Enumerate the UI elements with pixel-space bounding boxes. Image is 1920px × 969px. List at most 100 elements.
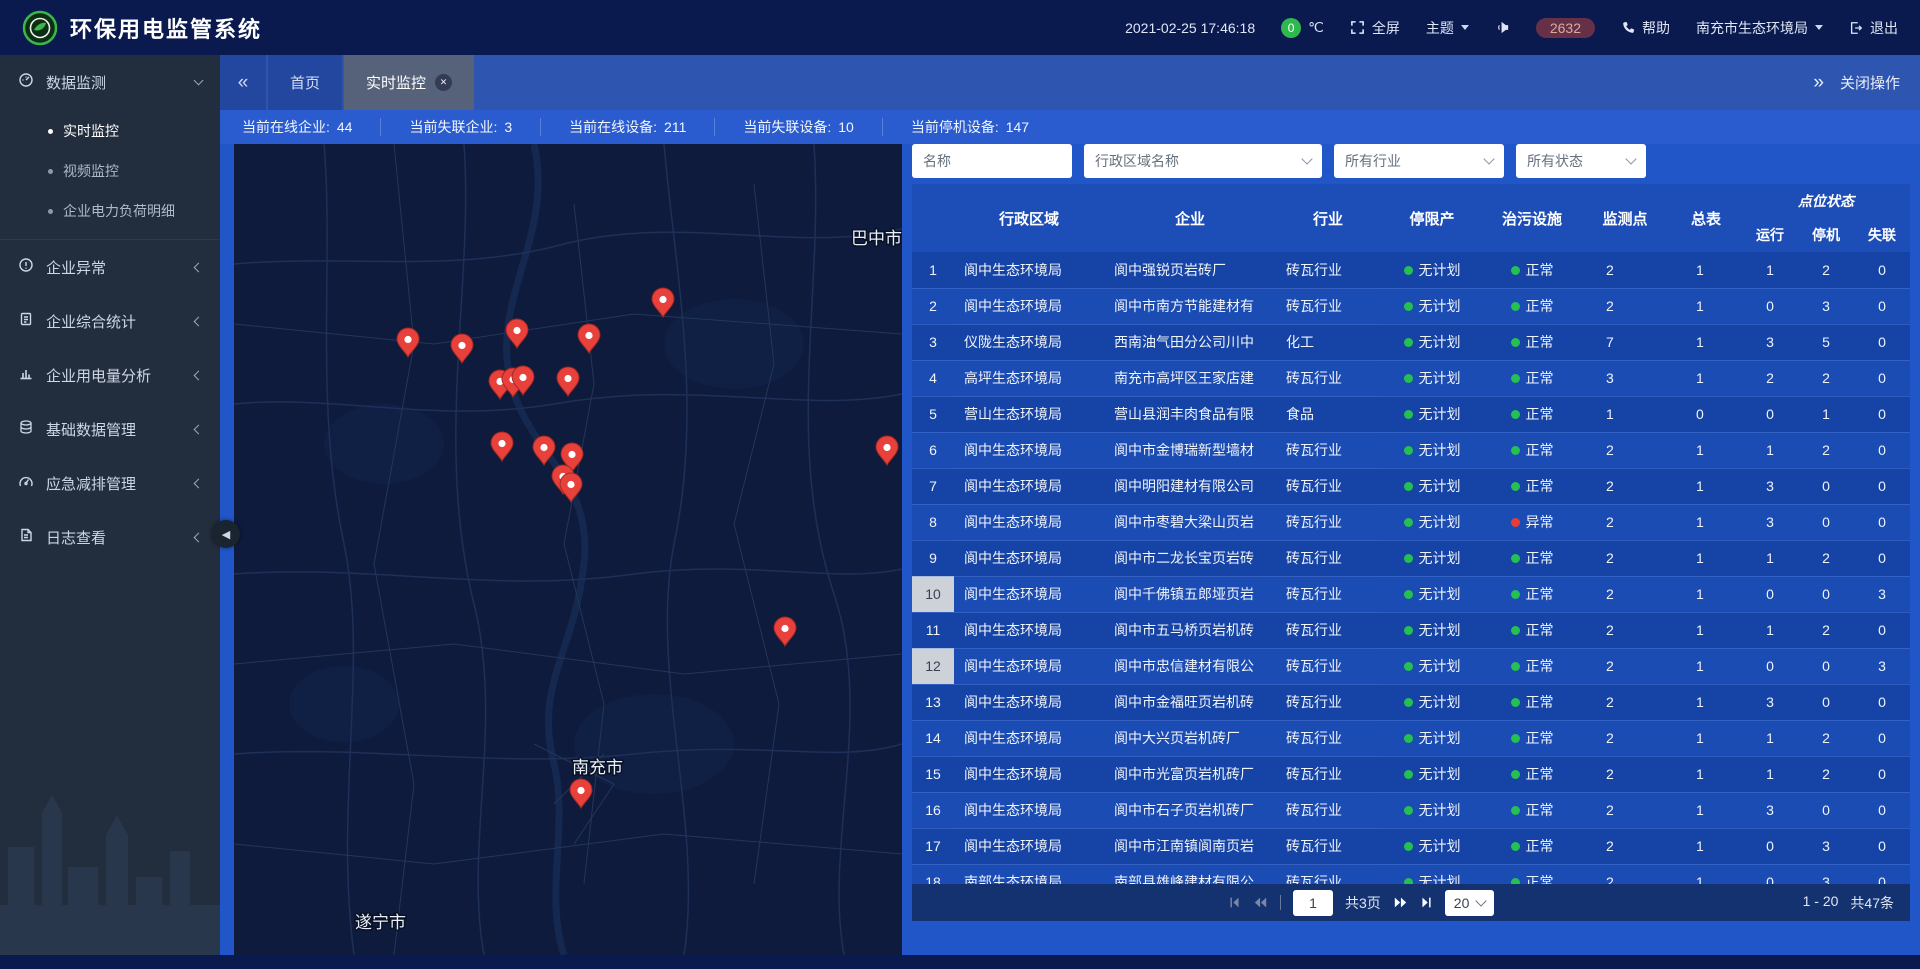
double-chevron-right-icon[interactable]: »: [1813, 72, 1824, 94]
table-row[interactable]: 9阆中生态环境局阆中市二龙长宝页岩砖砖瓦行业无计划正常21120: [912, 540, 1910, 576]
cell-industry: 砖瓦行业: [1276, 756, 1380, 792]
tab-home[interactable]: 首页: [268, 55, 342, 110]
cell-lost: 0: [1854, 540, 1910, 576]
cell-company: 阆中市江南镇阆南页岩: [1104, 828, 1276, 864]
sidebar-item-0-1[interactable]: 视频监控: [0, 151, 220, 191]
table-row[interactable]: 10阆中生态环境局阆中千佛镇五郎垭页岩砖瓦行业无计划正常21003: [912, 576, 1910, 612]
sidebar-group-0[interactable]: 数据监测: [0, 55, 220, 109]
cell-stopped: 0: [1798, 504, 1854, 540]
cell-industry: 砖瓦行业: [1276, 612, 1380, 648]
name-search-input[interactable]: [912, 144, 1072, 178]
sidebar-collapse-button[interactable]: ◀: [212, 520, 240, 548]
cell-company: 阆中千佛镇五郎垭页岩: [1104, 576, 1276, 612]
last-page-button[interactable]: [1420, 896, 1433, 909]
cell-pollution-facility: 正常: [1484, 396, 1580, 432]
org-dropdown[interactable]: 南充市生态环境局: [1696, 18, 1823, 38]
tab-realtime-monitor[interactable]: 实时监控 ✕: [344, 55, 474, 110]
table-row[interactable]: 14阆中生态环境局阆中大兴页岩机砖厂砖瓦行业无计划正常21120: [912, 720, 1910, 756]
row-number: 18: [912, 864, 954, 884]
table-row[interactable]: 12阆中生态环境局阆中市忠信建材有限公砖瓦行业无计划正常21003: [912, 648, 1910, 684]
column-header-limit: 停限产: [1380, 184, 1484, 252]
cell-monitor-points: 2: [1580, 252, 1670, 288]
chevron-down-icon: [1625, 153, 1636, 164]
sidebar-group-1[interactable]: 企业异常: [0, 240, 220, 294]
status-dot: [1404, 302, 1413, 311]
cell-running: 1: [1742, 756, 1798, 792]
table-row[interactable]: 2阆中生态环境局阆中市南方节能建材有砖瓦行业无计划正常21030: [912, 288, 1910, 324]
page-size-select[interactable]: 20: [1445, 890, 1495, 916]
status-select[interactable]: 所有状态: [1516, 144, 1646, 178]
header-temperature: 0 ℃: [1281, 18, 1324, 38]
cell-running: 3: [1742, 324, 1798, 360]
status-dot: [1511, 734, 1520, 743]
stats-bar: 当前在线企业:44当前失联企业:3当前在线设备:211当前失联设备:10当前停机…: [220, 110, 1920, 144]
table-row[interactable]: 13阆中生态环境局阆中市金福旺页岩机砖砖瓦行业无计划正常21300: [912, 684, 1910, 720]
region-select[interactable]: 行政区域名称: [1084, 144, 1322, 178]
table-row[interactable]: 3仪陇生态环境局西南油气田分公司川中化工无计划正常71350: [912, 324, 1910, 360]
sidebar-group-5[interactable]: 应急减排管理: [0, 456, 220, 510]
cell-industry: 砖瓦行业: [1276, 792, 1380, 828]
map-panel[interactable]: 巴中市南充市遂宁市: [234, 144, 902, 955]
table-row[interactable]: 17阆中生态环境局阆中市江南镇阆南页岩砖瓦行业无计划正常21030: [912, 828, 1910, 864]
row-number: 16: [912, 792, 954, 828]
page-number-input[interactable]: 1: [1293, 890, 1333, 916]
sidebar-group-3[interactable]: 企业用电量分析: [0, 348, 220, 402]
cell-lost: 0: [1854, 432, 1910, 468]
header-datetime: 2021-02-25 17:46:18: [1125, 20, 1255, 36]
table-row[interactable]: 4高坪生态环境局南充市高坪区王家店建砖瓦行业无计划正常31220: [912, 360, 1910, 396]
bullet-icon: [48, 209, 53, 214]
cell-pollution-facility: 正常: [1484, 360, 1580, 396]
table-row[interactable]: 11阆中生态环境局阆中市五马桥页岩机砖砖瓦行业无计划正常21120: [912, 612, 1910, 648]
theme-dropdown[interactable]: 主题: [1426, 18, 1469, 38]
chevron-left-icon: [194, 370, 204, 380]
chevron-down-icon: [1476, 895, 1487, 906]
brand: 环保用电监管系统: [22, 10, 262, 46]
alert-count-badge[interactable]: 2632: [1536, 18, 1595, 38]
table-row[interactable]: 5营山生态环境局营山县润丰肉食品有限食品无计划正常10010: [912, 396, 1910, 432]
industry-select[interactable]: 所有行业: [1334, 144, 1504, 178]
cell-industry: 砖瓦行业: [1276, 576, 1380, 612]
broadcast-button[interactable]: [1495, 20, 1510, 35]
filter-bar: 行政区域名称 所有行业 所有状态: [912, 144, 1910, 178]
close-tab-icon[interactable]: ✕: [435, 74, 452, 91]
cell-pollution-facility: 正常: [1484, 792, 1580, 828]
sidebar-item-0-0[interactable]: 实时监控: [0, 111, 220, 151]
sidebar-group-4[interactable]: 基础数据管理: [0, 402, 220, 456]
table-row[interactable]: 16阆中生态环境局阆中市石子页岩机砖厂砖瓦行业无计划正常21300: [912, 792, 1910, 828]
cell-stopped: 2: [1798, 540, 1854, 576]
first-page-button[interactable]: [1228, 896, 1241, 909]
table-row[interactable]: 15阆中生态环境局阆中市光富页岩机砖厂砖瓦行业无计划正常21120: [912, 756, 1910, 792]
next-page-button[interactable]: [1393, 896, 1408, 909]
table-row[interactable]: 1阆中生态环境局阆中强锐页岩砖厂砖瓦行业无计划正常21120: [912, 252, 1910, 288]
table-row[interactable]: 6阆中生态环境局阆中市金博瑞新型墙材砖瓦行业无计划正常21120: [912, 432, 1910, 468]
table-row[interactable]: 18南部生态环境局南部县雄峰建材有限公砖瓦行业无计划正常21030: [912, 864, 1910, 884]
table-row[interactable]: 7阆中生态环境局阆中明阳建材有限公司砖瓦行业无计划正常21300: [912, 468, 1910, 504]
close-operations-button[interactable]: 关闭操作: [1840, 72, 1900, 93]
status-dot: [1511, 770, 1520, 779]
cell-monitor-points: 2: [1580, 648, 1670, 684]
fullscreen-button[interactable]: 全屏: [1350, 18, 1400, 38]
cell-pollution-facility: 正常: [1484, 864, 1580, 884]
app-root: 环保用电监管系统 2021-02-25 17:46:18 0 ℃ 全屏 主题: [0, 0, 1920, 969]
cell-monitor-points: 2: [1580, 288, 1670, 324]
cell-company: 阆中市金福旺页岩机砖: [1104, 684, 1276, 720]
previous-page-button[interactable]: [1253, 896, 1268, 909]
cell-limit-production: 无计划: [1380, 864, 1484, 884]
help-button[interactable]: 帮助: [1621, 18, 1670, 38]
table-row[interactable]: 8阆中生态环境局阆中市枣碧大梁山页岩砖瓦行业无计划异常21300: [912, 504, 1910, 540]
cell-monitor-points: 2: [1580, 540, 1670, 576]
cell-stopped: 1: [1798, 396, 1854, 432]
logout-button[interactable]: 退出: [1849, 18, 1898, 38]
sidebar-group-2[interactable]: 企业综合统计: [0, 294, 220, 348]
cell-running: 2: [1742, 360, 1798, 396]
status-dot: [1404, 410, 1413, 419]
cell-total-meters: 1: [1670, 576, 1742, 612]
cell-company: 阆中大兴页岩机砖厂: [1104, 720, 1276, 756]
status-dot: [1404, 842, 1413, 851]
cell-region: 高坪生态环境局: [954, 360, 1104, 396]
header-right: 2021-02-25 17:46:18 0 ℃ 全屏 主题 2632: [1125, 18, 1898, 38]
sidebar-item-0-2[interactable]: 企业电力负荷明细: [0, 191, 220, 231]
tabs-scroll-left-button[interactable]: «: [220, 55, 266, 110]
status-dot: [1511, 338, 1520, 347]
sidebar-group-6[interactable]: 日志查看: [0, 510, 220, 564]
